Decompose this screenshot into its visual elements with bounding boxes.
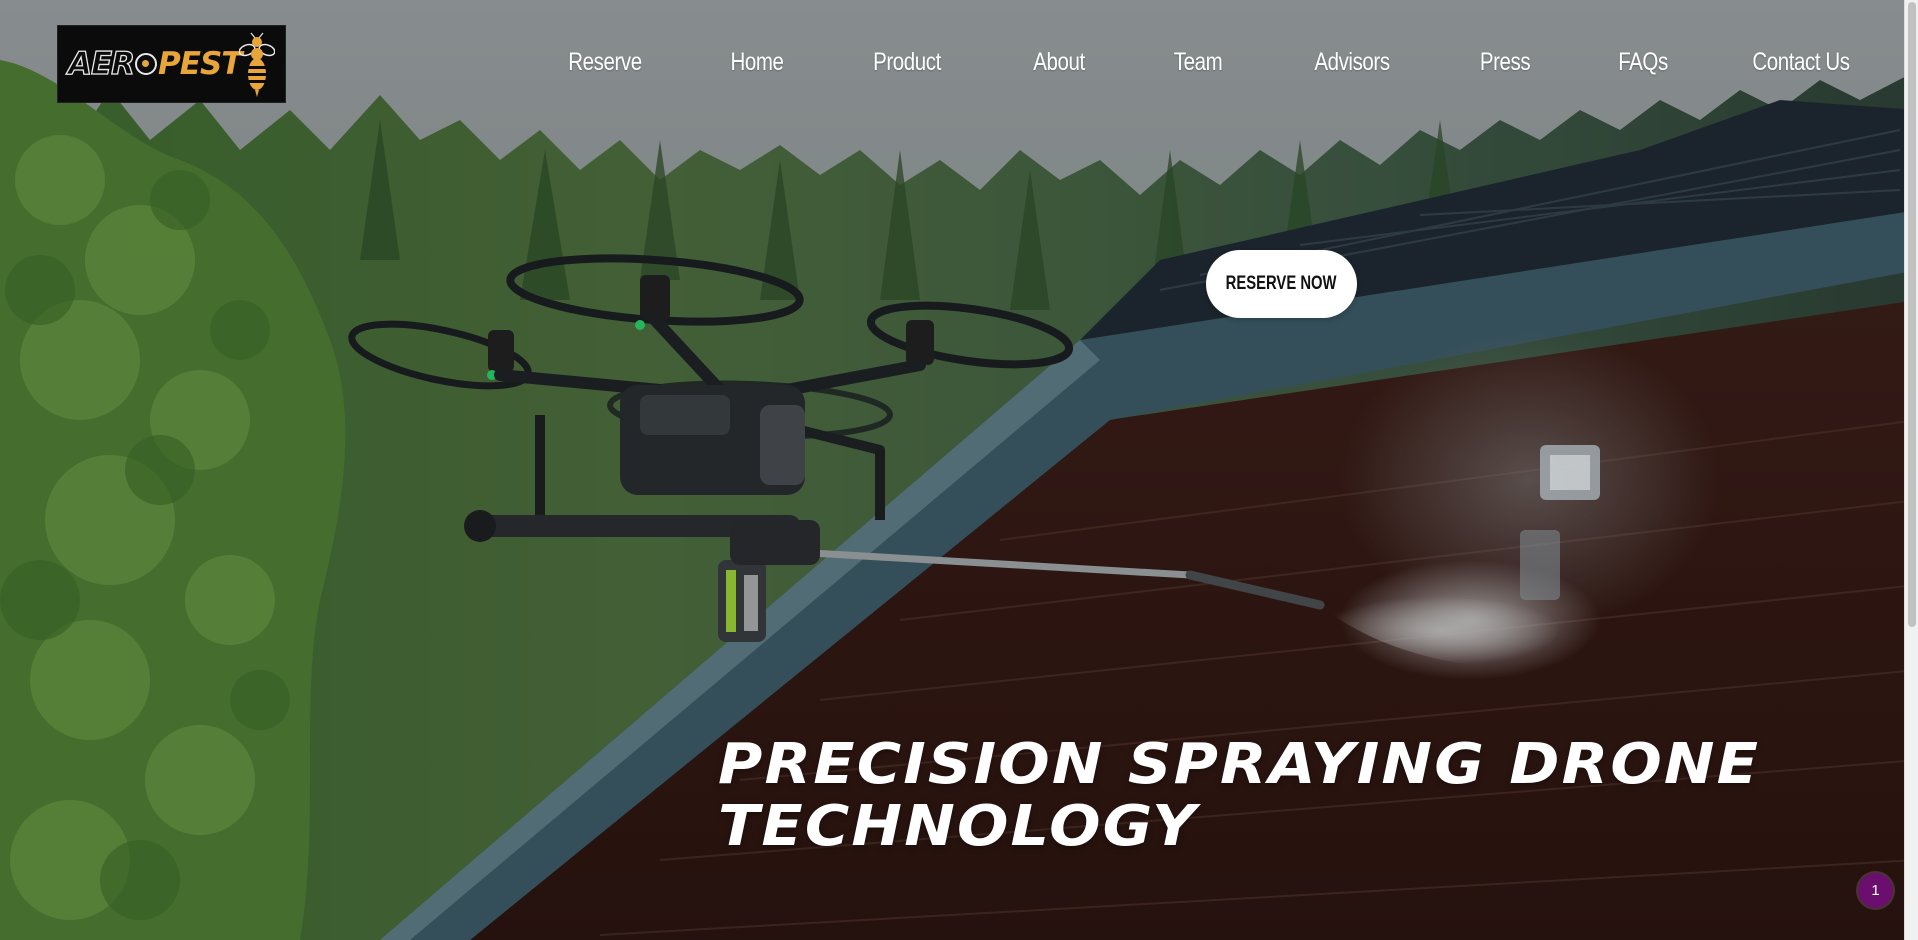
page-scrollbar[interactable]	[1904, 0, 1918, 940]
nav-press[interactable]: Press	[1474, 48, 1535, 77]
nav-faqs[interactable]: FAQs	[1613, 48, 1674, 77]
notification-badge[interactable]: 1	[1858, 873, 1893, 908]
nav-home[interactable]: Home	[725, 48, 790, 77]
nav-reserve[interactable]: Reserve	[560, 48, 650, 77]
page: AER PEST Reserve Home Product About Team…	[0, 0, 1918, 940]
nav-contact-us[interactable]: Contact Us	[1742, 48, 1861, 77]
nav-product[interactable]: Product	[866, 48, 949, 77]
nav-team[interactable]: Team	[1168, 48, 1227, 77]
nav-advisors[interactable]: Advisors	[1306, 48, 1398, 77]
notification-count: 1	[1871, 882, 1880, 899]
reserve-now-label: RESERVE NOW	[1226, 273, 1337, 294]
hero-headline-line2: TECHNOLOGY	[718, 794, 1198, 859]
reserve-now-button[interactable]: RESERVE NOW	[1206, 250, 1357, 318]
nav-about[interactable]: About	[1028, 48, 1091, 77]
hero-headline-line1: PRECISION SPRAYING DRONE	[718, 732, 1761, 797]
main-nav: Reserve Home Product About Team Advisors…	[0, 48, 1918, 82]
scrollbar-thumb[interactable]	[1908, 2, 1916, 627]
hero-headline: PRECISION SPRAYING DRONE TECHNOLOGY	[718, 734, 1760, 858]
